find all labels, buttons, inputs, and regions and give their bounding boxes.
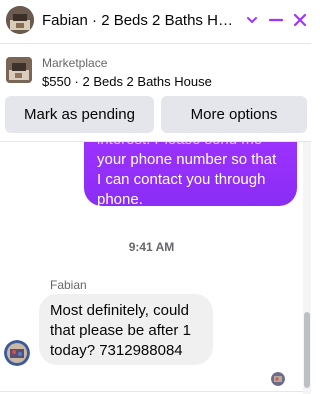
divider: [0, 391, 303, 392]
message-line: interest. Please send me: [97, 142, 285, 150]
message-line: today? 7312988084: [50, 342, 183, 359]
profile-photo-icon: [271, 372, 285, 386]
message-line: Most definitely, could: [50, 302, 189, 319]
house-photo-icon: [6, 57, 32, 83]
message-line: your phone number so that: [97, 151, 277, 168]
close-icon[interactable]: [288, 8, 312, 32]
incoming-message[interactable]: Most definitely, could that please be af…: [39, 294, 213, 365]
sender-name: Fabian: [50, 278, 87, 292]
outgoing-message[interactable]: interest. Please send me your phone numb…: [84, 142, 297, 208]
listing-thumbnail: [6, 57, 32, 83]
mark-as-pending-button[interactable]: Mark as pending: [5, 96, 154, 133]
scrollbar-thumb[interactable]: [304, 312, 310, 388]
minimize-icon[interactable]: [264, 8, 288, 32]
listing-category: Marketplace: [42, 56, 108, 70]
chevron-down-icon[interactable]: [240, 8, 264, 32]
avatar[interactable]: [6, 6, 34, 34]
message-thread: interest. Please send me your phone numb…: [0, 142, 303, 394]
seen-receipt-avatar: [271, 372, 285, 386]
message-timestamp: 9:41 AM: [128, 240, 175, 254]
sender-avatar[interactable]: [4, 340, 30, 366]
conversation-title[interactable]: Fabian · 2 Beds 2 Baths Ho...: [42, 12, 238, 29]
message-line: phone.: [97, 191, 143, 208]
marketplace-listing[interactable]: Marketplace $550 · 2 Beds 2 Baths House: [0, 45, 311, 93]
message-line: I can contact you through: [97, 171, 266, 188]
profile-photo-icon: [4, 340, 30, 366]
house-photo-icon: [6, 6, 34, 34]
scrollbar[interactable]: [303, 142, 311, 394]
listing-price: $550 · 2 Beds 2 Baths House: [42, 74, 212, 89]
more-options-button[interactable]: More options: [161, 96, 307, 133]
chat-header: Fabian · 2 Beds 2 Baths Ho...: [0, 0, 311, 44]
message-line: that please be after 1: [50, 322, 191, 339]
